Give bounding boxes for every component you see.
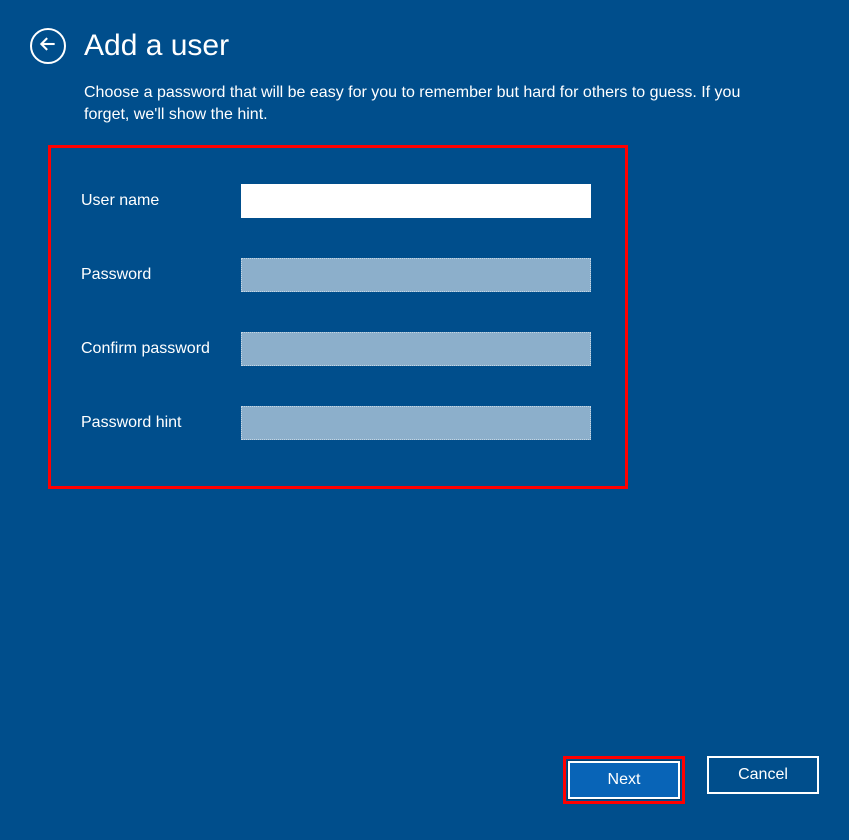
password-input[interactable] xyxy=(241,258,591,292)
back-button[interactable] xyxy=(30,28,66,64)
username-label: User name xyxy=(81,192,241,210)
arrow-left-icon xyxy=(38,34,58,59)
form-highlight-box: User name Password Confirm password Pass… xyxy=(48,145,628,489)
footer-buttons: Next Cancel xyxy=(563,756,819,804)
password-hint-label: Password hint xyxy=(81,414,241,432)
next-button-label: Next xyxy=(608,771,641,789)
username-input[interactable] xyxy=(241,184,591,218)
page-title: Add a user xyxy=(84,29,229,63)
confirm-password-label: Confirm password xyxy=(81,340,241,358)
confirm-password-input[interactable] xyxy=(241,332,591,366)
cancel-button-label: Cancel xyxy=(738,766,788,784)
cancel-button[interactable]: Cancel xyxy=(707,756,819,794)
page-description: Choose a password that will be easy for … xyxy=(0,74,820,145)
password-hint-input[interactable] xyxy=(241,406,591,440)
next-button-highlight: Next xyxy=(563,756,685,804)
next-button[interactable]: Next xyxy=(568,761,680,799)
password-label: Password xyxy=(81,266,241,284)
